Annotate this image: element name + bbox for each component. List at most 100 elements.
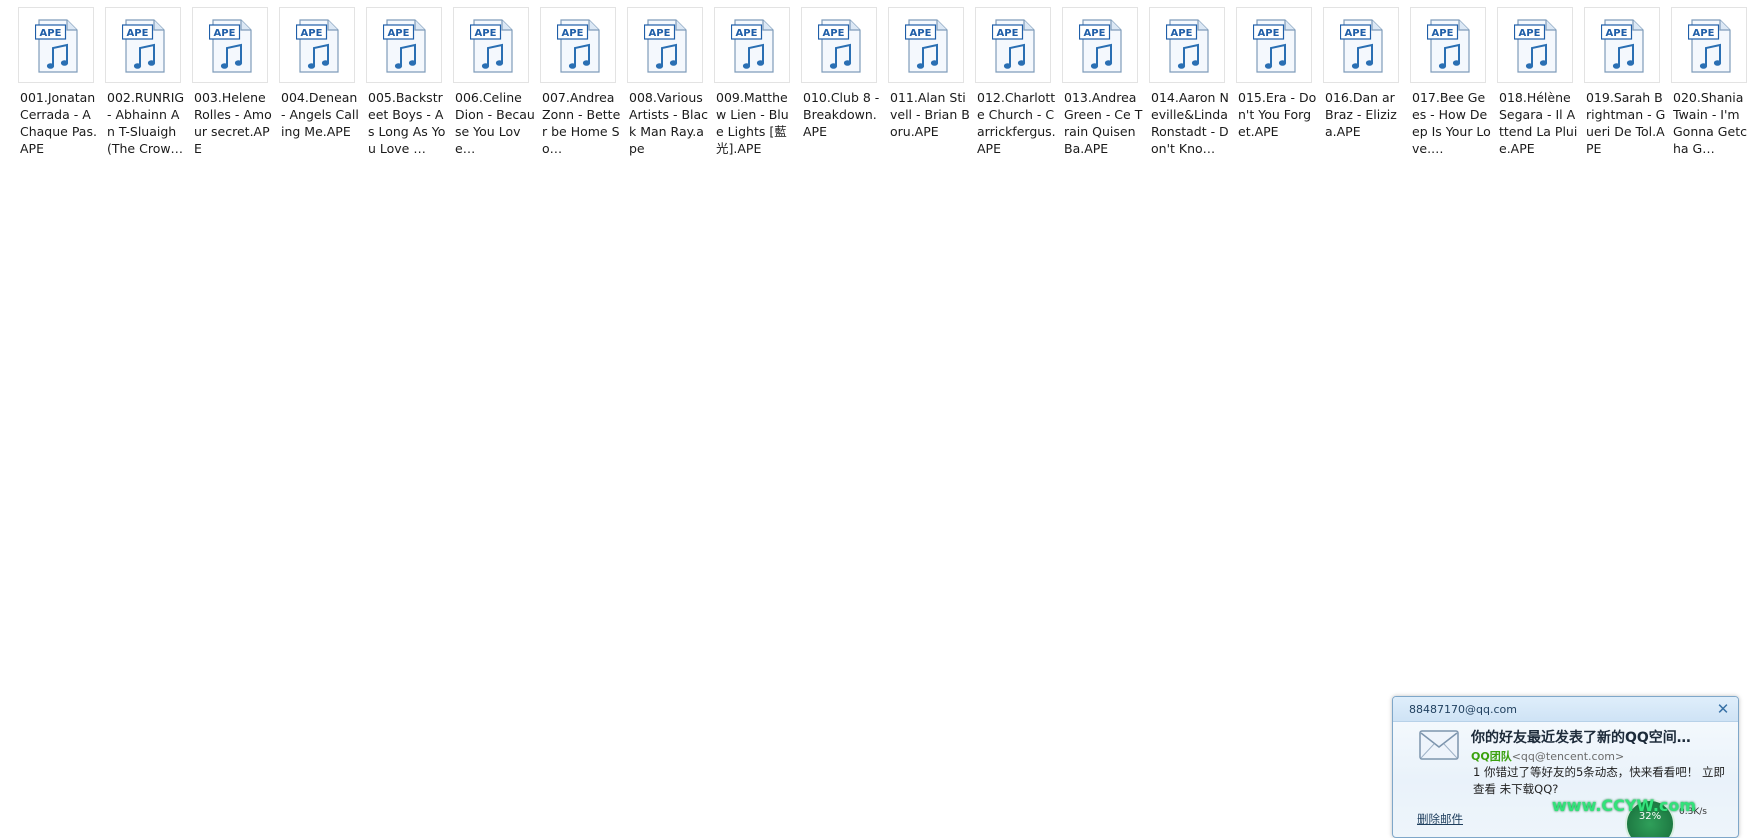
file-name[interactable]: 003.Helene Rolles - Amour secret.APE — [194, 89, 274, 157]
ape-badge-label: APE — [1693, 28, 1715, 39]
file-item[interactable]: APE 015.Era - Don't You Forget.APE — [1232, 7, 1319, 157]
file-thumbnail[interactable]: APE — [714, 7, 790, 83]
file-thumbnail[interactable]: APE — [1584, 7, 1660, 83]
file-item[interactable]: APE 005.Backstreet Boys - As Long As You … — [362, 7, 449, 157]
qq-mail-notification[interactable]: 88487170@qq.com ✕ 你的好友最近发表了新的QQ空间… QQ团队<… — [1392, 696, 1739, 838]
file-thumbnail[interactable]: APE — [18, 7, 94, 83]
sender-name: QQ团队 — [1471, 750, 1512, 763]
ape-audio-file-icon: APE — [905, 19, 948, 73]
ape-badge-label: APE — [388, 28, 410, 39]
file-name[interactable]: 017.Bee Gees - How Deep Is Your Love.… — [1412, 89, 1492, 157]
notification-subject[interactable]: 你的好友最近发表了新的QQ空间… — [1471, 727, 1727, 747]
ape-badge-label: APE — [1084, 28, 1106, 39]
ape-audio-file-icon: APE — [209, 19, 252, 73]
file-item[interactable]: APE 007.Andrea Zonn - Better be Home So… — [536, 7, 623, 157]
file-name[interactable]: 011.Alan Stivell - Brian Boru.APE — [890, 89, 970, 140]
envelope-icon — [1419, 730, 1459, 760]
file-grid: APE 001.Jonatan Cerrada - A Chaque Pas.AP… — [14, 7, 1754, 157]
file-thumbnail[interactable]: APE — [1149, 7, 1225, 83]
notification-body[interactable]: 1 你错过了等好友的5条动态，快来看看吧！ 立即查看 未下载QQ? — [1473, 764, 1729, 798]
ape-audio-file-icon: APE — [818, 19, 861, 73]
file-name[interactable]: 001.Jonatan Cerrada - A Chaque Pas.APE — [20, 89, 100, 157]
file-name[interactable]: 004.Denean - Angels Calling Me.APE — [281, 89, 361, 140]
file-thumbnail[interactable]: APE — [801, 7, 877, 83]
file-name[interactable]: 002.RUNRIG - Abhainn An T-Sluaigh (The C… — [107, 89, 187, 157]
file-name[interactable]: 013.Andrea Green - Ce Train Quisen Ba.AP… — [1064, 89, 1144, 157]
file-name[interactable]: 005.Backstreet Boys - As Long As You Lov… — [368, 89, 448, 157]
watermark: www.CCYW.com — [1552, 796, 1697, 815]
ape-badge-label: APE — [736, 28, 758, 39]
file-thumbnail[interactable]: APE — [1410, 7, 1486, 83]
file-name[interactable]: 016.Dan ar Braz - Eliziza.APE — [1325, 89, 1405, 140]
file-thumbnail[interactable]: APE — [192, 7, 268, 83]
file-thumbnail[interactable]: APE — [1497, 7, 1573, 83]
file-item[interactable]: APE 010.Club 8 - Breakdown.APE — [797, 7, 884, 157]
file-item[interactable]: APE 019.Sarah Brightman - Gueri De Tol.AP… — [1580, 7, 1667, 157]
ape-badge-label: APE — [910, 28, 932, 39]
ape-audio-file-icon: APE — [35, 19, 78, 73]
file-name[interactable]: 019.Sarah Brightman - Gueri De Tol.APE — [1586, 89, 1666, 157]
file-name[interactable]: 014.Aaron Neville&Linda Ronstadt - Don't… — [1151, 89, 1231, 157]
ape-badge-label: APE — [649, 28, 671, 39]
ape-audio-file-icon: APE — [1253, 19, 1296, 73]
file-thumbnail[interactable]: APE — [1671, 7, 1747, 83]
file-name[interactable]: 020.Shania Twain - I'm Gonna Getcha G… — [1673, 89, 1753, 157]
file-name[interactable]: 018.Hélène Segara - Il Attend La Pluie.A… — [1499, 89, 1579, 157]
file-item[interactable]: APE 009.Matthew Lien - Blue Lights [藍光].A… — [710, 7, 797, 157]
file-item[interactable]: APE 002.RUNRIG - Abhainn An T-Sluaigh (Th… — [101, 7, 188, 157]
close-icon[interactable]: ✕ — [1716, 702, 1730, 717]
ape-audio-file-icon: APE — [296, 19, 339, 73]
file-item[interactable]: APE 003.Helene Rolles - Amour secret.APE — [188, 7, 275, 157]
file-item[interactable]: APE 017.Bee Gees - How Deep Is Your Love.… — [1406, 7, 1493, 157]
ape-audio-file-icon: APE — [1166, 19, 1209, 73]
ape-badge-label: APE — [997, 28, 1019, 39]
file-name[interactable]: 010.Club 8 - Breakdown.APE — [803, 89, 883, 140]
file-item[interactable]: APE 013.Andrea Green - Ce Train Quisen Ba… — [1058, 7, 1145, 157]
ape-audio-file-icon: APE — [1601, 19, 1644, 73]
file-item[interactable]: APE 011.Alan Stivell - Brian Boru.APE — [884, 7, 971, 157]
ape-badge-label: APE — [475, 28, 497, 39]
file-item[interactable]: APE 016.Dan ar Braz - Eliziza.APE — [1319, 7, 1406, 157]
file-name[interactable]: 012.Charlotte Church - Carrickfergus.APE — [977, 89, 1057, 157]
delete-mail-link[interactable]: 删除邮件 — [1417, 811, 1463, 827]
file-item[interactable]: APE 012.Charlotte Church - Carrickfergus.… — [971, 7, 1058, 157]
ape-audio-file-icon: APE — [383, 19, 426, 73]
file-item[interactable]: APE 020.Shania Twain - I'm Gonna Getcha G… — [1667, 7, 1754, 157]
file-thumbnail[interactable]: APE — [1236, 7, 1312, 83]
ape-badge-label: APE — [127, 28, 149, 39]
ape-audio-file-icon: APE — [731, 19, 774, 73]
notification-titlebar: 88487170@qq.com ✕ — [1393, 697, 1738, 722]
file-thumbnail[interactable]: APE — [1323, 7, 1399, 83]
file-name[interactable]: 008.Various Artists - Black Man Ray.ape — [629, 89, 709, 157]
ape-audio-file-icon: APE — [1079, 19, 1122, 73]
ape-audio-file-icon: APE — [122, 19, 165, 73]
file-item[interactable]: APE 018.Hélène Segara - Il Attend La Plui… — [1493, 7, 1580, 157]
ape-badge-label: APE — [1432, 28, 1454, 39]
ape-audio-file-icon: APE — [1688, 19, 1731, 73]
ape-badge-label: APE — [823, 28, 845, 39]
sender-email: <qq@tencent.com> — [1511, 750, 1625, 763]
file-item[interactable]: APE 006.Celine Dion - Because You Love… — [449, 7, 536, 157]
ape-badge-label: APE — [301, 28, 323, 39]
file-name[interactable]: 007.Andrea Zonn - Better be Home So… — [542, 89, 622, 157]
file-name[interactable]: 006.Celine Dion - Because You Love… — [455, 89, 535, 157]
file-thumbnail[interactable]: APE — [279, 7, 355, 83]
file-name[interactable]: 009.Matthew Lien - Blue Lights [藍光].APE — [716, 89, 796, 157]
file-thumbnail[interactable]: APE — [540, 7, 616, 83]
file-thumbnail[interactable]: APE — [627, 7, 703, 83]
file-thumbnail[interactable]: APE — [453, 7, 529, 83]
ape-audio-file-icon: APE — [644, 19, 687, 73]
ape-audio-file-icon: APE — [1340, 19, 1383, 73]
file-item[interactable]: APE 004.Denean - Angels Calling Me.APE — [275, 7, 362, 157]
file-name[interactable]: 015.Era - Don't You Forget.APE — [1238, 89, 1318, 140]
file-item[interactable]: APE 001.Jonatan Cerrada - A Chaque Pas.AP… — [14, 7, 101, 157]
ape-badge-label: APE — [40, 28, 62, 39]
file-item[interactable]: APE 008.Various Artists - Black Man Ray.a… — [623, 7, 710, 157]
file-thumbnail[interactable]: APE — [105, 7, 181, 83]
notification-sender: QQ团队<qq@tencent.com> — [1471, 748, 1624, 764]
file-thumbnail[interactable]: APE — [366, 7, 442, 83]
file-thumbnail[interactable]: APE — [975, 7, 1051, 83]
file-item[interactable]: APE 014.Aaron Neville&Linda Ronstadt - Do… — [1145, 7, 1232, 157]
file-thumbnail[interactable]: APE — [888, 7, 964, 83]
file-thumbnail[interactable]: APE — [1062, 7, 1138, 83]
